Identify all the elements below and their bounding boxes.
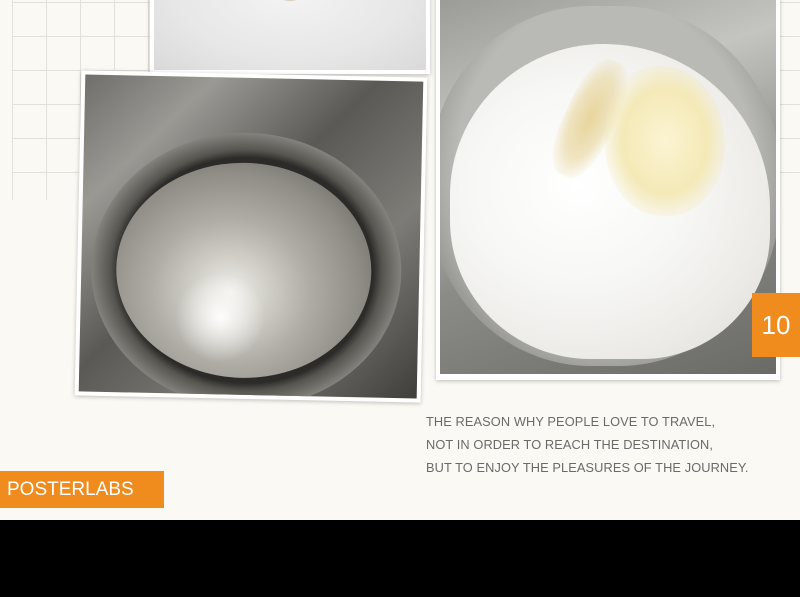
step-number-badge: 10 — [752, 293, 800, 357]
caption-text: THE REASON WHY PEOPLE LOVE TO TRAVEL, NO… — [426, 410, 796, 479]
photo-empty-pot — [74, 70, 428, 403]
caption-line-2: NOT IN ORDER TO REACH THE DESTINATION, — [426, 437, 714, 452]
caption-line-3: BUT TO ENJOY THE PLEASURES OF THE JOURNE… — [426, 460, 749, 475]
brand-label: POSTERLABS — [0, 471, 164, 508]
photo-flour-bowl — [436, 0, 780, 380]
photo-top-partial — [150, 0, 430, 74]
caption-line-1: THE REASON WHY PEOPLE LOVE TO TRAVEL, — [426, 414, 716, 429]
recipe-page: 10 THE REASON WHY PEOPLE LOVE TO TRAVEL,… — [0, 0, 800, 520]
